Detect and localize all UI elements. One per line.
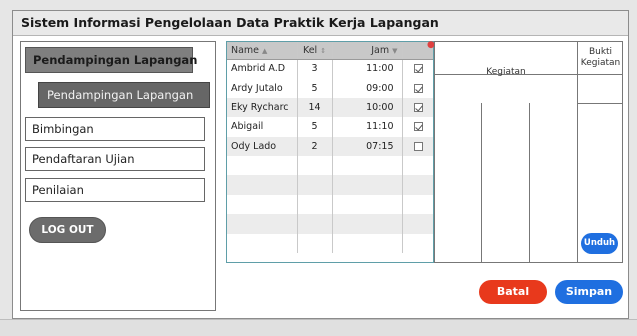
divider: [481, 103, 482, 263]
cell-jam: 07:15: [332, 136, 403, 156]
cell-name: Ody Lado: [227, 136, 298, 156]
sidebar-item-bimbingan[interactable]: Bimbingan: [25, 117, 205, 141]
cell-kel: 5: [297, 117, 333, 137]
sidebar-item-pendaftaran-ujian[interactable]: Pendaftaran Ujian: [25, 147, 205, 171]
column-header-kel[interactable]: Kel ⇕: [297, 42, 333, 60]
column-header-jam[interactable]: Jam ▼: [332, 42, 403, 60]
divider: [577, 103, 623, 104]
logout-button[interactable]: LOG OUT: [29, 217, 106, 243]
table-row[interactable]: Abigail 5 11:10: [227, 117, 433, 137]
cell-jam: 09:00: [332, 78, 403, 98]
row-checkbox[interactable]: [414, 102, 423, 112]
table-row[interactable]: Ody Lado 2 07:15: [227, 136, 433, 156]
title-bar: Sistem Informasi Pengelolaan Data Prakti…: [13, 11, 628, 36]
status-bar: [0, 319, 637, 336]
table-row[interactable]: Eky Rycharc 14 10:00: [227, 97, 433, 118]
cell-kel: 3: [297, 59, 333, 79]
table-row[interactable]: Ambrid A.D 3 11:00: [227, 59, 433, 79]
sort-asc-icon: ▲: [262, 46, 268, 55]
table-row-empty[interactable]: [227, 214, 433, 234]
row-checkbox[interactable]: [414, 64, 423, 74]
activity-panel: Kegiatan Bukti Kegiatan: [434, 41, 623, 263]
sidebar-item-penilaian[interactable]: Penilaian: [25, 178, 205, 202]
cell-name: Ardy Jutalo: [227, 78, 298, 98]
cell-jam: 10:00: [332, 97, 403, 118]
cell-jam: 11:00: [332, 59, 403, 79]
row-checkbox[interactable]: [414, 83, 423, 93]
cell-name: Eky Rycharc: [227, 97, 298, 118]
cell-kel: 2: [297, 136, 333, 156]
table-row-empty[interactable]: [227, 155, 433, 176]
sidebar-section-header[interactable]: Pendampingan Lapangan: [25, 47, 197, 73]
table-row-empty[interactable]: [227, 233, 433, 253]
cancel-button[interactable]: Batal: [479, 280, 547, 304]
cell-kel: 14: [297, 97, 333, 118]
table-row-empty[interactable]: [227, 194, 433, 215]
cell-name: Abigail: [227, 117, 298, 137]
schedule-table: Name ▲ Kel ⇕ Jam ▼ Ambrid A.D 3 11:00 Ardy …: [226, 41, 434, 263]
table-row[interactable]: Ardy Jutalo 5 09:00: [227, 78, 433, 98]
table-row-empty[interactable]: [227, 175, 433, 195]
column-header-name[interactable]: Name ▲: [227, 42, 298, 60]
row-checkbox[interactable]: [414, 141, 423, 151]
row-checkbox[interactable]: [414, 122, 423, 132]
sort-desc-icon: ▼: [392, 46, 398, 55]
download-button[interactable]: Unduh: [581, 233, 618, 254]
save-button[interactable]: Simpan: [555, 280, 623, 304]
bukti-kegiatan-header: Bukti Kegiatan: [580, 47, 621, 68]
divider: [577, 42, 578, 263]
cell-name: Ambrid A.D: [227, 59, 298, 79]
cell-kel: 5: [297, 78, 333, 98]
divider: [529, 103, 530, 263]
window-title: Sistem Informasi Pengelolaan Data Prakti…: [21, 15, 439, 30]
sidebar-item-pendampingan-lapangan[interactable]: Pendampingan Lapangan: [38, 82, 210, 108]
cell-jam: 11:10: [332, 117, 403, 137]
sort-both-icon: ⇕: [320, 46, 327, 55]
kegiatan-header: Kegiatan: [486, 67, 526, 77]
